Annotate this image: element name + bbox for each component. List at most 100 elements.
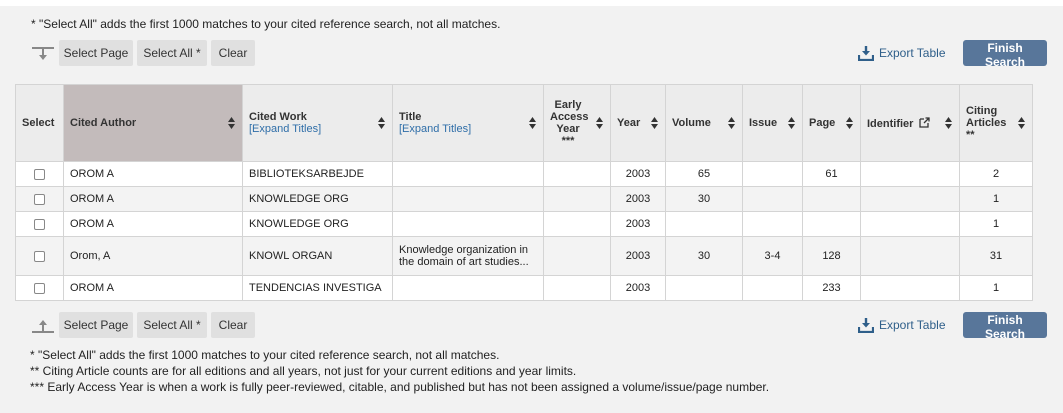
citing-mark: ** [966, 129, 975, 141]
col-identifier[interactable]: Identifier [860, 84, 960, 162]
col-citing-articles[interactable]: Citing Articles ** [959, 84, 1033, 162]
citing-articles-link[interactable]: 1 [959, 211, 1033, 237]
cited-author-cell: OROM A [63, 161, 243, 187]
cited-reference-table: Select Cited Author Cited Work [Expand T… [15, 84, 1033, 301]
download-icon [858, 318, 874, 333]
row-checkbox[interactable] [34, 168, 45, 180]
issue-cell [742, 211, 803, 237]
toolbar-bottom: Select Page Select All * Clear Export Ta… [0, 312, 1063, 341]
selection-arrow-icon [32, 47, 54, 60]
volume-cell [665, 275, 743, 301]
col-volume[interactable]: Volume [665, 84, 743, 162]
col-year[interactable]: Year [610, 84, 666, 162]
title-cell [392, 186, 544, 212]
early-access-cell [543, 161, 611, 187]
citing-articles-note: ** Citing Article counts are for all edi… [30, 364, 577, 378]
sort-icon[interactable] [788, 117, 795, 129]
early-access-cell [543, 236, 611, 276]
identifier-cell [860, 211, 960, 237]
col-page-label: Page [809, 117, 836, 129]
table-row: OROM A BIBLIOTEKSARBEJDE 2003 65 61 2 [15, 161, 1033, 187]
page-cell [802, 186, 861, 212]
row-checkbox[interactable] [34, 218, 45, 230]
select-all-note-top: * "Select All" adds the first 1000 match… [31, 17, 501, 31]
col-page[interactable]: Page [802, 84, 861, 162]
year-cell: 2003 [610, 186, 666, 212]
clear-button[interactable]: Clear [211, 312, 255, 338]
select-all-button[interactable]: Select All * [137, 312, 207, 338]
row-select-cell [15, 275, 64, 301]
finish-search-button[interactable]: Finish Search [963, 312, 1047, 341]
sort-icon[interactable] [596, 117, 603, 129]
issue-cell [742, 161, 803, 187]
col-cited-author-label: Cited Author [70, 117, 137, 129]
volume-cell: 30 [665, 236, 743, 276]
expand-titles-link-work[interactable]: [Expand Titles] [249, 123, 386, 135]
col-cited-work[interactable]: Cited Work [Expand Titles] [242, 84, 393, 162]
citing-articles-link[interactable]: 1 [959, 275, 1033, 301]
identifier-cell [860, 186, 960, 212]
select-page-button[interactable]: Select Page [59, 40, 133, 66]
select-page-button[interactable]: Select Page [59, 312, 133, 338]
row-checkbox[interactable] [34, 282, 45, 294]
col-issue[interactable]: Issue [742, 84, 803, 162]
sort-icon[interactable] [651, 117, 658, 129]
selection-arrow-icon [32, 320, 54, 333]
sort-icon[interactable] [1018, 117, 1025, 129]
year-cell: 2003 [610, 275, 666, 301]
export-table-link[interactable]: Export Table [858, 44, 946, 62]
cited-author-cell: Orom, A [63, 236, 243, 276]
volume-cell [665, 211, 743, 237]
citing-articles-link[interactable]: 31 [959, 236, 1033, 276]
sort-icon[interactable] [728, 117, 735, 129]
expand-titles-link-title[interactable]: [Expand Titles] [399, 123, 537, 135]
volume-cell: 65 [665, 161, 743, 187]
select-all-button[interactable]: Select All * [137, 40, 207, 66]
volume-cell: 30 [665, 186, 743, 212]
early-access-note: *** Early Access Year is when a work is … [30, 380, 770, 394]
col-early-access-label: Early Access Year [550, 99, 589, 135]
page-cell: 61 [802, 161, 861, 187]
col-select: Select [15, 84, 64, 162]
table-row: Orom, A KNOWL ORGAN Knowledge organizati… [15, 236, 1033, 276]
col-cited-author[interactable]: Cited Author [63, 84, 243, 162]
col-cited-work-label: Cited Work [249, 111, 307, 123]
cited-work-cell: KNOWLEDGE ORG [242, 186, 393, 212]
export-table-label: Export Table [879, 318, 946, 332]
row-select-cell [15, 211, 64, 237]
sort-icon[interactable] [228, 117, 235, 129]
early-access-mark: *** [561, 135, 575, 147]
external-link-icon [918, 116, 930, 128]
sort-icon[interactable] [846, 117, 853, 129]
title-link[interactable]: Knowledge organization in the domain of … [392, 236, 544, 276]
identifier-cell [860, 275, 960, 301]
year-cell: 2003 [610, 211, 666, 237]
cited-work-cell: KNOWL ORGAN [242, 236, 393, 276]
col-year-label: Year [617, 117, 641, 129]
toolbar-top: Select Page Select All * Clear Export Ta… [0, 40, 1063, 69]
col-early-access[interactable]: Early Access Year *** [543, 84, 611, 162]
row-checkbox[interactable] [34, 250, 45, 262]
cited-author-cell: OROM A [63, 275, 243, 301]
year-cell: 2003 [610, 236, 666, 276]
clear-button[interactable]: Clear [211, 40, 255, 66]
sort-icon[interactable] [529, 117, 536, 129]
row-checkbox[interactable] [34, 193, 45, 205]
table-header-row: Select Cited Author Cited Work [Expand T… [15, 84, 1033, 162]
table-row: OROM A KNOWLEDGE ORG 2003 1 [15, 211, 1033, 237]
select-all-note: * "Select All" adds the first 1000 match… [30, 348, 500, 362]
export-table-link[interactable]: Export Table [858, 316, 946, 334]
col-identifier-label: Identifier [867, 117, 914, 130]
col-title[interactable]: Title [Expand Titles] [392, 84, 544, 162]
citing-articles-link[interactable]: 1 [959, 186, 1033, 212]
page-cell: 233 [802, 275, 861, 301]
col-citing-label: Citing Articles [966, 105, 1007, 129]
early-access-cell [543, 275, 611, 301]
citing-articles-link[interactable]: 2 [959, 161, 1033, 187]
row-select-cell [15, 236, 64, 276]
identifier-cell [860, 161, 960, 187]
sort-icon[interactable] [378, 117, 385, 129]
finish-search-button[interactable]: Finish Search [963, 40, 1047, 69]
col-issue-label: Issue [749, 117, 778, 129]
sort-icon[interactable] [945, 117, 952, 129]
